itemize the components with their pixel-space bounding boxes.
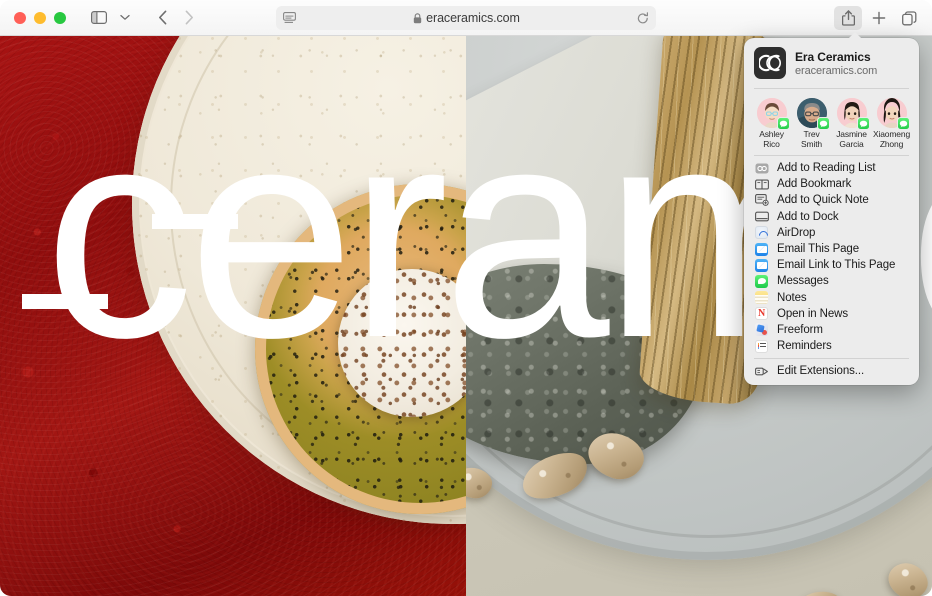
contact-name: Ashley Rico	[759, 129, 784, 149]
sidebar-controls	[86, 6, 138, 30]
messages-badge-icon	[896, 117, 910, 130]
menu-item-airdrop[interactable]: AirDrop	[744, 225, 919, 241]
new-tab-button[interactable]	[866, 6, 892, 30]
menu-item-label: Add Bookmark	[777, 178, 852, 191]
url-text: eraceramics.com	[426, 11, 520, 25]
messages-badge-icon	[856, 117, 870, 130]
era-ceramics-logo	[754, 47, 786, 79]
sidebar-toggle-icon[interactable]	[86, 6, 112, 30]
lock-icon	[413, 12, 422, 24]
suggested-contacts-row: Ashley Rico Trev Smith Jasmine Garcia Xi…	[744, 89, 919, 155]
menu-separator	[754, 358, 909, 360]
bookmark-icon	[754, 177, 769, 191]
menu-item-messages[interactable]: Messages	[744, 273, 919, 289]
tab-overview-button[interactable]	[896, 6, 922, 30]
extensions-icon	[754, 364, 769, 378]
freeform-icon	[754, 323, 769, 337]
menu-item-email-link-to-this-page[interactable]: Email Link to This Page	[744, 257, 919, 273]
contact-trev-smith[interactable]: Trev Smith	[792, 98, 831, 149]
menu-item-label: Notes	[777, 291, 807, 304]
menu-item-label: Freeform	[777, 323, 823, 336]
share-button[interactable]	[834, 6, 862, 30]
share-site-title: Era Ceramics	[795, 49, 871, 64]
share-site-meta: Era Ceramics eraceramics.com	[795, 50, 877, 77]
contact-name: Xiaomeng Zhong	[872, 129, 911, 149]
messages-badge-icon	[776, 117, 790, 130]
navigation-controls	[150, 6, 202, 30]
contact-name: Jasmine Garcia	[836, 129, 867, 149]
safari-window: eraceramics.com ceram Era Ceramics erace…	[0, 0, 932, 596]
browser-toolbar: eraceramics.com	[0, 0, 932, 36]
avatar-wrap	[796, 98, 830, 130]
mail-icon	[754, 242, 769, 256]
menu-item-freeform[interactable]: Freeform	[744, 322, 919, 338]
menu-item-open-in-news[interactable]: Open in News	[744, 306, 919, 322]
menu-item-label: AirDrop	[777, 226, 816, 239]
menu-item-label: Messages	[777, 275, 829, 288]
menu-item-label: Reminders	[777, 340, 832, 353]
messages-icon	[754, 274, 769, 288]
contact-name: Trev Smith	[801, 129, 822, 149]
menu-item-label: Add to Reading List	[777, 162, 876, 175]
avatar-wrap	[836, 98, 870, 130]
messages-badge-icon	[816, 117, 830, 130]
quick-note-icon	[754, 193, 769, 207]
menu-item-notes[interactable]: Notes	[744, 290, 919, 306]
menu-item-add-to-reading-list[interactable]: Add to Reading List	[744, 160, 919, 176]
menu-item-label: Email This Page	[777, 243, 860, 256]
menu-item-label: Email Link to This Page	[777, 259, 896, 272]
menu-item-edit-extensions[interactable]: Edit Extensions...	[744, 363, 919, 379]
avatar-wrap	[876, 98, 910, 130]
menu-item-email-this-page[interactable]: Email This Page	[744, 241, 919, 257]
avatar-wrap	[756, 98, 790, 130]
reload-icon[interactable]	[637, 11, 649, 25]
airdrop-icon	[754, 226, 769, 240]
menu-item-add-to-quick-note[interactable]: Add to Quick Note	[744, 192, 919, 208]
back-button[interactable]	[150, 6, 176, 30]
share-site-url: eraceramics.com	[795, 64, 878, 77]
contact-ashley-rico[interactable]: Ashley Rico	[752, 98, 791, 149]
address-bar[interactable]: eraceramics.com	[276, 6, 656, 30]
hero-photo-left	[0, 36, 466, 596]
menu-item-add-to-dock[interactable]: Add to Dock	[744, 209, 919, 225]
reminders-icon	[754, 339, 769, 353]
notes-icon	[754, 291, 769, 305]
forward-button[interactable]	[176, 6, 202, 30]
share-actions-list: Add to Reading List Add Bookmark Add to …	[744, 156, 919, 381]
zoom-window-button[interactable]	[54, 11, 66, 24]
menu-item-label: Open in News	[777, 307, 849, 320]
share-site-header: Era Ceramics eraceramics.com	[744, 38, 919, 88]
menu-item-add-bookmark[interactable]: Add Bookmark	[744, 176, 919, 192]
reader-view-icon[interactable]	[283, 12, 296, 24]
toolbar-right-actions	[834, 6, 922, 30]
menu-item-label: Add to Quick Note	[777, 194, 869, 207]
close-window-button[interactable]	[14, 11, 26, 24]
menu-item-label: Add to Dock	[777, 210, 839, 223]
menu-item-label: Edit Extensions...	[777, 365, 865, 378]
window-controls	[14, 11, 66, 24]
contact-xiaomeng-zhong[interactable]: Xiaomeng Zhong	[872, 98, 911, 149]
contact-jasmine-garcia[interactable]: Jasmine Garcia	[832, 98, 871, 149]
share-menu-popover: Era Ceramics eraceramics.com Ashley Rico…	[744, 32, 919, 386]
mail-icon	[754, 258, 769, 272]
reading-list-icon	[754, 161, 769, 175]
menu-item-reminders[interactable]: Reminders	[744, 338, 919, 354]
url-display[interactable]: eraceramics.com	[296, 11, 637, 25]
sidebar-chevron-down-icon[interactable]	[112, 6, 138, 30]
minimize-window-button[interactable]	[34, 11, 46, 24]
bowl-inner-white-vessel	[338, 269, 466, 417]
news-icon	[754, 307, 769, 321]
add-to-dock-icon	[754, 210, 769, 224]
